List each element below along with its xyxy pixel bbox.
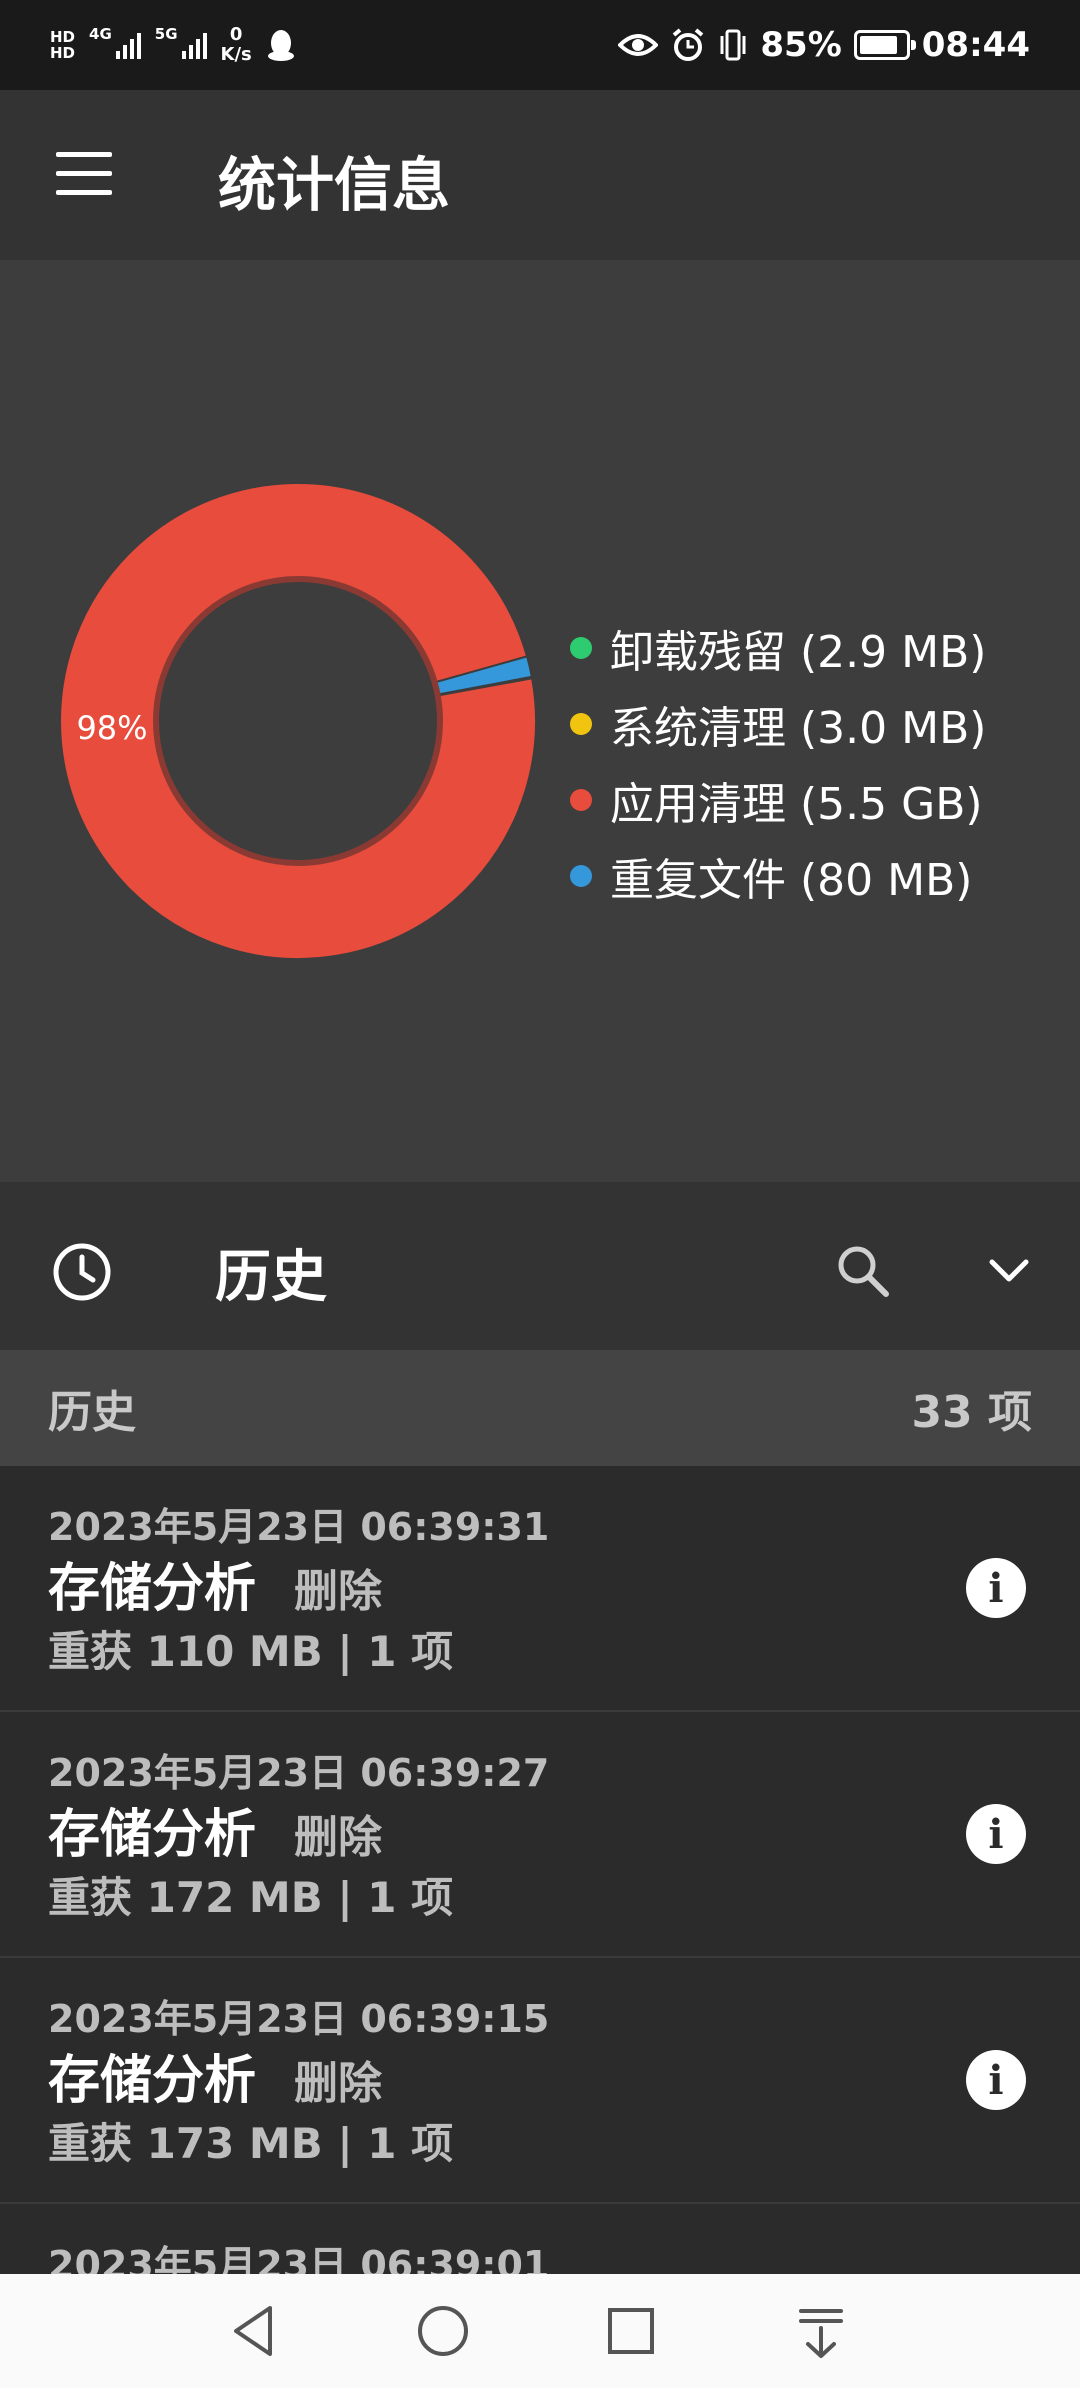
summary-label: 历史 xyxy=(48,1387,136,1438)
speed-unit: K/s xyxy=(220,44,252,65)
history-item[interactable]: 2023年5月23日 06:39:31 存储分析 删除 重获 110 MB | … xyxy=(0,1466,1080,1712)
status-right: 85% 08:44 xyxy=(618,25,1030,65)
network-speed: 0 K/s xyxy=(221,25,252,65)
history-item-type: 存储分析 xyxy=(48,2051,257,2111)
history-item-time: 2023年5月23日 06:39:15 xyxy=(48,1997,550,2041)
signal-icon-2: 5G xyxy=(155,25,207,59)
system-nav-bar xyxy=(0,2274,1080,2388)
chart-legend: 卸载残留 (2.9 MB) 系统清理 (3.0 MB) 应用清理 (5.5 GB) 重… xyxy=(570,610,986,914)
legend-label: 应用清理 (5.5 GB) xyxy=(610,779,983,830)
info-icon[interactable]: i xyxy=(966,1558,1026,1618)
history-item-summary: 重获 172 MB | 1 项 xyxy=(48,1873,454,1922)
legend-color-dot xyxy=(570,865,592,887)
back-triangle-icon[interactable] xyxy=(220,2296,290,2366)
history-item-summary: 重获 173 MB | 1 项 xyxy=(48,2119,454,2168)
qq-icon xyxy=(267,30,294,61)
legend-color-dot xyxy=(570,637,592,659)
legend-color-dot xyxy=(570,789,592,811)
signal-icon-1: 4G xyxy=(89,25,141,59)
eye-icon xyxy=(618,34,659,56)
chevron-down-icon[interactable] xyxy=(984,1246,1034,1296)
legend-label: 重复文件 (80 MB) xyxy=(610,855,973,906)
status-bar: HD HD 4G 5G 0 K/s 85% 08:44 xyxy=(0,0,1080,90)
history-list: 2023年5月23日 06:39:31 存储分析 删除 重获 110 MB | … xyxy=(0,1466,1080,2274)
home-circle-icon[interactable] xyxy=(408,2296,478,2366)
history-item[interactable]: 2023年5月23日 06:39:15 存储分析 删除 重获 173 MB | … xyxy=(0,1958,1080,2204)
vibrate-icon xyxy=(720,29,746,61)
history-header: 历史 xyxy=(0,1182,1080,1350)
slice-percent-label: 98% xyxy=(76,709,147,747)
history-item-action: 删除 xyxy=(294,1566,383,1617)
summary-count: 33 项 xyxy=(911,1387,1032,1438)
history-item-type: 存储分析 xyxy=(48,1559,257,1619)
menu-icon[interactable] xyxy=(56,152,112,196)
legend-label: 系统清理 (3.0 MB) xyxy=(610,703,987,754)
pull-down-icon[interactable] xyxy=(786,2296,856,2366)
history-item-time: 2023年5月23日 06:39:27 xyxy=(48,1751,550,1795)
speed-value: 0 xyxy=(229,24,243,45)
statistics-chart-panel: 98% 卸载残留 (2.9 MB) 系统清理 (3.0 MB) 应用清理 (5.5 … xyxy=(0,260,1080,1182)
info-icon[interactable]: i xyxy=(966,2050,1026,2110)
battery-percent: 85% xyxy=(760,25,842,65)
status-left: HD HD 4G 5G 0 K/s xyxy=(50,25,296,65)
network-type-2: 5G xyxy=(154,25,178,43)
clock-time: 08:44 xyxy=(921,25,1030,65)
history-item[interactable]: 2023年5月23日 06:39:27 存储分析 删除 重获 172 MB | … xyxy=(0,1712,1080,1958)
donut-hole xyxy=(153,576,443,866)
legend-item: 重复文件 (80 MB) xyxy=(570,838,986,914)
legend-label: 卸载残留 (2.9 MB) xyxy=(610,627,987,678)
history-item-time: 2023年5月23日 06:39:01 xyxy=(48,2243,550,2274)
battery-icon xyxy=(853,30,916,60)
history-title: 历史 xyxy=(215,1245,327,1310)
legend-item: 应用清理 (5.5 GB) xyxy=(570,762,986,838)
history-item-action: 删除 xyxy=(294,1812,383,1863)
app-root: HD HD 4G 5G 0 K/s 85% 08:44 统计信息 98% 卸载残… xyxy=(0,0,1080,2388)
network-type-1: 4G xyxy=(89,25,112,43)
hd-icon: HD HD xyxy=(50,28,76,62)
recents-square-icon[interactable] xyxy=(596,2296,666,2366)
battery-level xyxy=(859,36,897,54)
history-item[interactable]: 2023年5月23日 06:39:01 xyxy=(0,2204,1080,2274)
history-item-time: 2023年5月23日 06:39:31 xyxy=(48,1505,550,1549)
page-title: 统计信息 xyxy=(218,151,451,219)
legend-color-dot xyxy=(570,713,592,735)
history-summary-row: 历史 33 项 xyxy=(0,1350,1080,1466)
search-icon[interactable] xyxy=(834,1242,892,1300)
alarm-icon xyxy=(673,28,704,61)
legend-item: 卸载残留 (2.9 MB) xyxy=(570,610,986,686)
clock-icon xyxy=(53,1243,111,1301)
app-bar: 统计信息 xyxy=(0,90,1080,260)
legend-item: 系统清理 (3.0 MB) xyxy=(570,686,986,762)
history-item-type: 存储分析 xyxy=(48,1805,257,1865)
history-item-summary: 重获 110 MB | 1 项 xyxy=(48,1627,454,1676)
info-icon[interactable]: i xyxy=(966,1804,1026,1864)
history-item-action: 删除 xyxy=(294,2058,383,2109)
